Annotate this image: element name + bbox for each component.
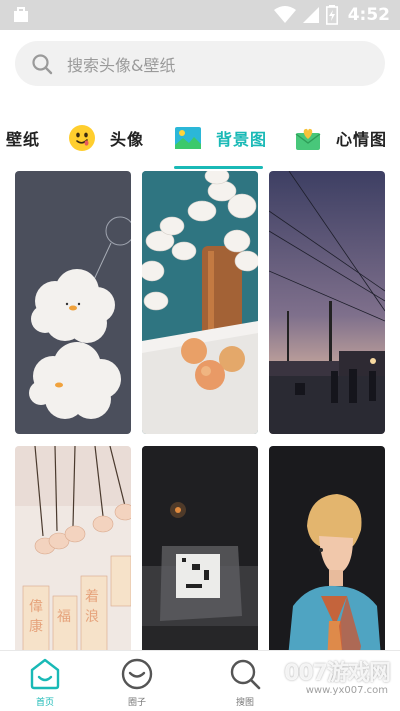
svg-text:偉: 偉 [29,599,43,615]
smile-circle-icon [121,658,153,690]
tab-label: 头像 [110,130,145,149]
search-icon [230,659,261,690]
face-emoji-icon [69,125,95,151]
orchid-peaches-photo[interactable] [142,171,258,434]
tab-label: 壁纸 [6,130,41,149]
active-tab-indicator [174,166,263,169]
nav-label: 搜图 [235,698,254,708]
wifi-icon [273,6,296,23]
wind-chimes-photo[interactable]: 偉康 着浪 福 [15,446,131,650]
tab-label: 背景图 [216,130,268,149]
nav-circle[interactable]: 圈子 [97,657,177,709]
signal-icon [302,7,319,23]
svg-text:着: 着 [85,589,99,605]
tab-mood[interactable]: 心情图 [294,112,387,164]
image-grid: 偉康 着浪 福 [0,170,400,650]
svg-text:康: 康 [29,618,43,635]
status-time: 4:52 [347,5,390,25]
nav-search-images[interactable]: 搜图 [205,657,285,709]
blond-man-photo[interactable] [269,446,385,650]
tab-label: 心情图 [336,130,388,149]
bottom-navigation: 首页 圈子 搜图 [0,650,400,711]
landscape-image-icon [175,127,201,149]
dark-window-photo[interactable] [142,446,258,650]
home-icon [30,658,60,690]
tab-wallpaper[interactable]: 壁纸 [6,112,40,164]
svg-text:福: 福 [57,609,71,625]
search-placeholder: 搜索头像&壁纸 [67,55,176,75]
heart-envelope-icon [295,128,321,150]
nav-label: 首页 [35,698,54,708]
tab-background[interactable]: 背景图 [174,112,267,164]
notification-app-icon [14,7,28,22]
dusk-street-photo[interactable] [269,171,385,434]
battery-icon [325,5,338,25]
cloud-ducks-photo[interactable] [15,171,131,434]
status-bar: 4:52 [0,0,400,30]
tab-avatar[interactable]: 头像 [68,112,144,164]
search-bar[interactable]: 搜索头像&壁纸 [15,41,385,86]
search-icon [32,53,53,74]
category-tabs: 壁纸 头像 背景图 心情图 [0,112,400,170]
nav-label: 圈子 [127,698,146,708]
nav-home[interactable]: 首页 [5,657,85,709]
svg-text:浪: 浪 [85,609,99,625]
